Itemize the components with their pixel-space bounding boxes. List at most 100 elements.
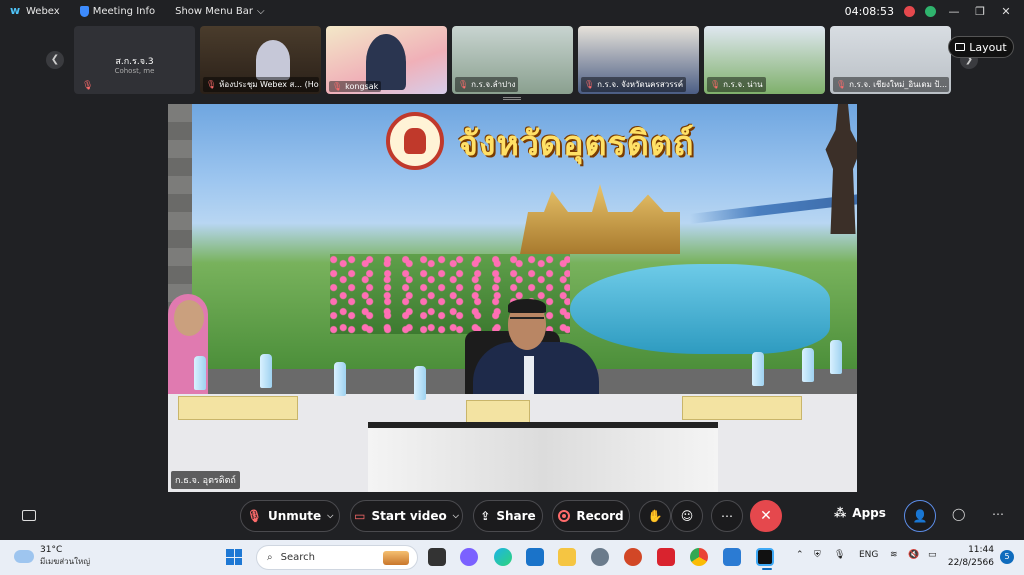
participant-name: ส.ก.ร.จ.3 — [115, 57, 154, 67]
share-label: Share — [496, 509, 536, 523]
leave-meeting-button[interactable]: ✕ — [750, 500, 782, 532]
language-indicator[interactable]: ENG — [859, 550, 878, 560]
raise-hand-button[interactable]: ✋ — [639, 500, 671, 532]
nameplate — [682, 396, 802, 420]
system-clock[interactable]: 11:44 22/8/2566 — [948, 544, 994, 570]
participant-name: 🎙 ก.ร.จ. เชียงใหม่_อินเดม ป้... — [833, 77, 949, 92]
app-menu[interactable]: w Webex — [10, 5, 60, 17]
weather-widget[interactable]: 31°C มีเมฆส่วนใหญ่ — [11, 544, 90, 567]
webex-taskbar-icon[interactable] — [756, 548, 774, 570]
strip-resize-handle[interactable] — [503, 97, 521, 100]
apps-grid-icon: ⁂ — [834, 506, 847, 520]
windows-taskbar: 31°C มีเมฆส่วนใหญ่ ⌕ Search ⌃ ⛨ 🎙 ENG ≋ … — [0, 540, 1024, 575]
weather-temperature: 31°C — [40, 545, 63, 555]
reactions-button[interactable]: ☺ — [671, 500, 703, 532]
close-icon: ✕ — [760, 508, 772, 524]
pdf-reader-icon[interactable] — [657, 548, 675, 566]
layout-icon — [955, 43, 966, 51]
photos-icon[interactable] — [723, 548, 741, 566]
participant-tile-chiangmai[interactable]: 🎙 ก.ร.จ. เชียงใหม่_อินเดม ป้... — [830, 26, 951, 94]
clock-time: 11:44 — [968, 545, 994, 555]
edge-browser-icon[interactable] — [494, 548, 512, 566]
share-icon: ⇪ — [480, 509, 491, 523]
participant-tile-kongsak[interactable]: 🎙 kongsak — [326, 26, 447, 94]
task-view-icon[interactable] — [428, 548, 446, 566]
mic-icon[interactable]: 🎙 — [834, 550, 845, 560]
windows-start-icon[interactable] — [226, 549, 242, 565]
file-explorer-icon[interactable] — [558, 548, 576, 566]
mic-muted-icon: 🎙 — [332, 82, 343, 91]
store-icon[interactable] — [526, 548, 544, 566]
more-icon: ⋯ — [992, 507, 1004, 521]
minimize-icon[interactable]: — — [946, 5, 962, 18]
main-video-stage[interactable]: จังหวัดอุตรดิตถ์ ก.ธ.จ. อุตรดิตถ์ — [168, 104, 857, 492]
participant-tile-lampang[interactable]: 🎙 ก.ร.จ.ลำปาง — [452, 26, 573, 94]
speaker-hair — [508, 299, 546, 313]
active-speaker-label: ก.ธ.จ. อุตรดิตถ์ — [171, 471, 240, 489]
participant-tile-nakhonsawan[interactable]: 🎙 ก.ร.จ. จังหวัดนครสวรรค์ — [578, 26, 699, 94]
participant-tile-nan[interactable]: 🎙 ก.ร.จ. น่าน — [704, 26, 825, 94]
participant-tile-self[interactable]: ส.ก.ร.จ.3 Cohost, me 🎙 — [74, 26, 195, 94]
chevron-down-icon[interactable]: ⌵ — [453, 511, 459, 521]
chevron-up-icon[interactable]: ⌃ — [796, 550, 804, 560]
nameplate — [466, 400, 530, 424]
clock-date: 22/8/2566 — [947, 558, 994, 568]
unmute-button[interactable]: 🎙 Unmute ⌵ — [240, 500, 340, 532]
participant-video — [256, 40, 290, 80]
chat-button[interactable]: ◯ — [952, 507, 965, 521]
share-button[interactable]: ⇪ Share — [473, 500, 543, 532]
speaker-glasses — [510, 317, 544, 323]
chevron-down-icon: ⌵ — [257, 5, 265, 17]
taskbar-search[interactable]: ⌕ Search — [256, 545, 418, 570]
shield-icon — [79, 5, 89, 17]
participant-name: 🎙 ก.ร.จ. น่าน — [707, 77, 766, 92]
statue-illustration — [825, 104, 857, 234]
strip-prev-arrow-icon[interactable]: ❮ — [46, 51, 64, 69]
mic-muted-icon: 🎙 — [710, 80, 721, 89]
more-options-button[interactable]: ⋯ — [711, 500, 743, 532]
participant-name: 🎙 ก.ร.จ. จังหวัดนครสวรรค์ — [581, 77, 687, 92]
water-bottle — [414, 366, 426, 400]
water-bottle — [752, 352, 764, 386]
start-video-label: Start video — [371, 509, 447, 523]
unmute-label: Unmute — [267, 509, 322, 523]
speaker-muted-icon[interactable]: 🔇 — [908, 550, 919, 560]
app-name: Webex — [26, 5, 60, 17]
mic-muted-icon: 🎙 — [82, 81, 94, 91]
close-icon[interactable]: ✕ — [998, 5, 1014, 18]
apps-button[interactable]: ⁂ Apps — [834, 506, 886, 520]
mic-muted-icon: 🎙 — [584, 80, 595, 89]
chat-bubble-icon: ◯ — [952, 507, 966, 521]
show-menu-bar-button[interactable]: Show Menu Bar ⌵ — [175, 6, 265, 17]
mic-muted-icon: 🎙 — [836, 80, 847, 89]
chevron-down-icon[interactable]: ⌵ — [327, 511, 333, 521]
battery-icon[interactable]: ▭ — [928, 550, 937, 560]
chrome-icon[interactable] — [690, 548, 708, 566]
chat-app-icon[interactable] — [460, 548, 478, 566]
record-button[interactable]: Record — [552, 500, 630, 532]
notification-badge[interactable]: 5 — [1000, 550, 1014, 564]
connection-status-icon[interactable] — [925, 5, 936, 17]
lake-illustration — [570, 264, 830, 354]
water-bottle — [334, 362, 346, 396]
apps-label: Apps — [852, 506, 886, 520]
title-bar: w Webex Meeting Info Show Menu Bar ⌵ 04:… — [0, 0, 1024, 22]
layout-button[interactable]: Layout — [948, 36, 1014, 58]
powerpoint-icon[interactable] — [624, 548, 642, 566]
recording-status-icon[interactable] — [904, 5, 915, 17]
more-panels-button[interactable]: ⋯ — [992, 507, 1004, 521]
temple-illustration — [520, 184, 680, 254]
participant-tile-host[interactable]: 🎙 ห้องประชุม Webex ส... (Host) — [200, 26, 321, 94]
start-video-button[interactable]: ▭ Start video ⌵ — [350, 500, 463, 532]
record-icon — [558, 510, 571, 522]
participants-icon: 👤 — [912, 509, 928, 523]
record-label: Record — [576, 509, 624, 523]
meeting-info-button[interactable]: Meeting Info — [79, 5, 155, 17]
restore-icon[interactable]: ❐ — [972, 5, 988, 18]
security-icon[interactable]: ⛨ — [814, 550, 821, 560]
wifi-icon[interactable]: ≋ — [890, 550, 898, 560]
settings-gear-icon[interactable] — [591, 548, 609, 566]
participants-button[interactable]: 👤 — [904, 500, 936, 532]
attendee-left-head — [174, 300, 204, 336]
province-seal-icon — [386, 112, 444, 170]
